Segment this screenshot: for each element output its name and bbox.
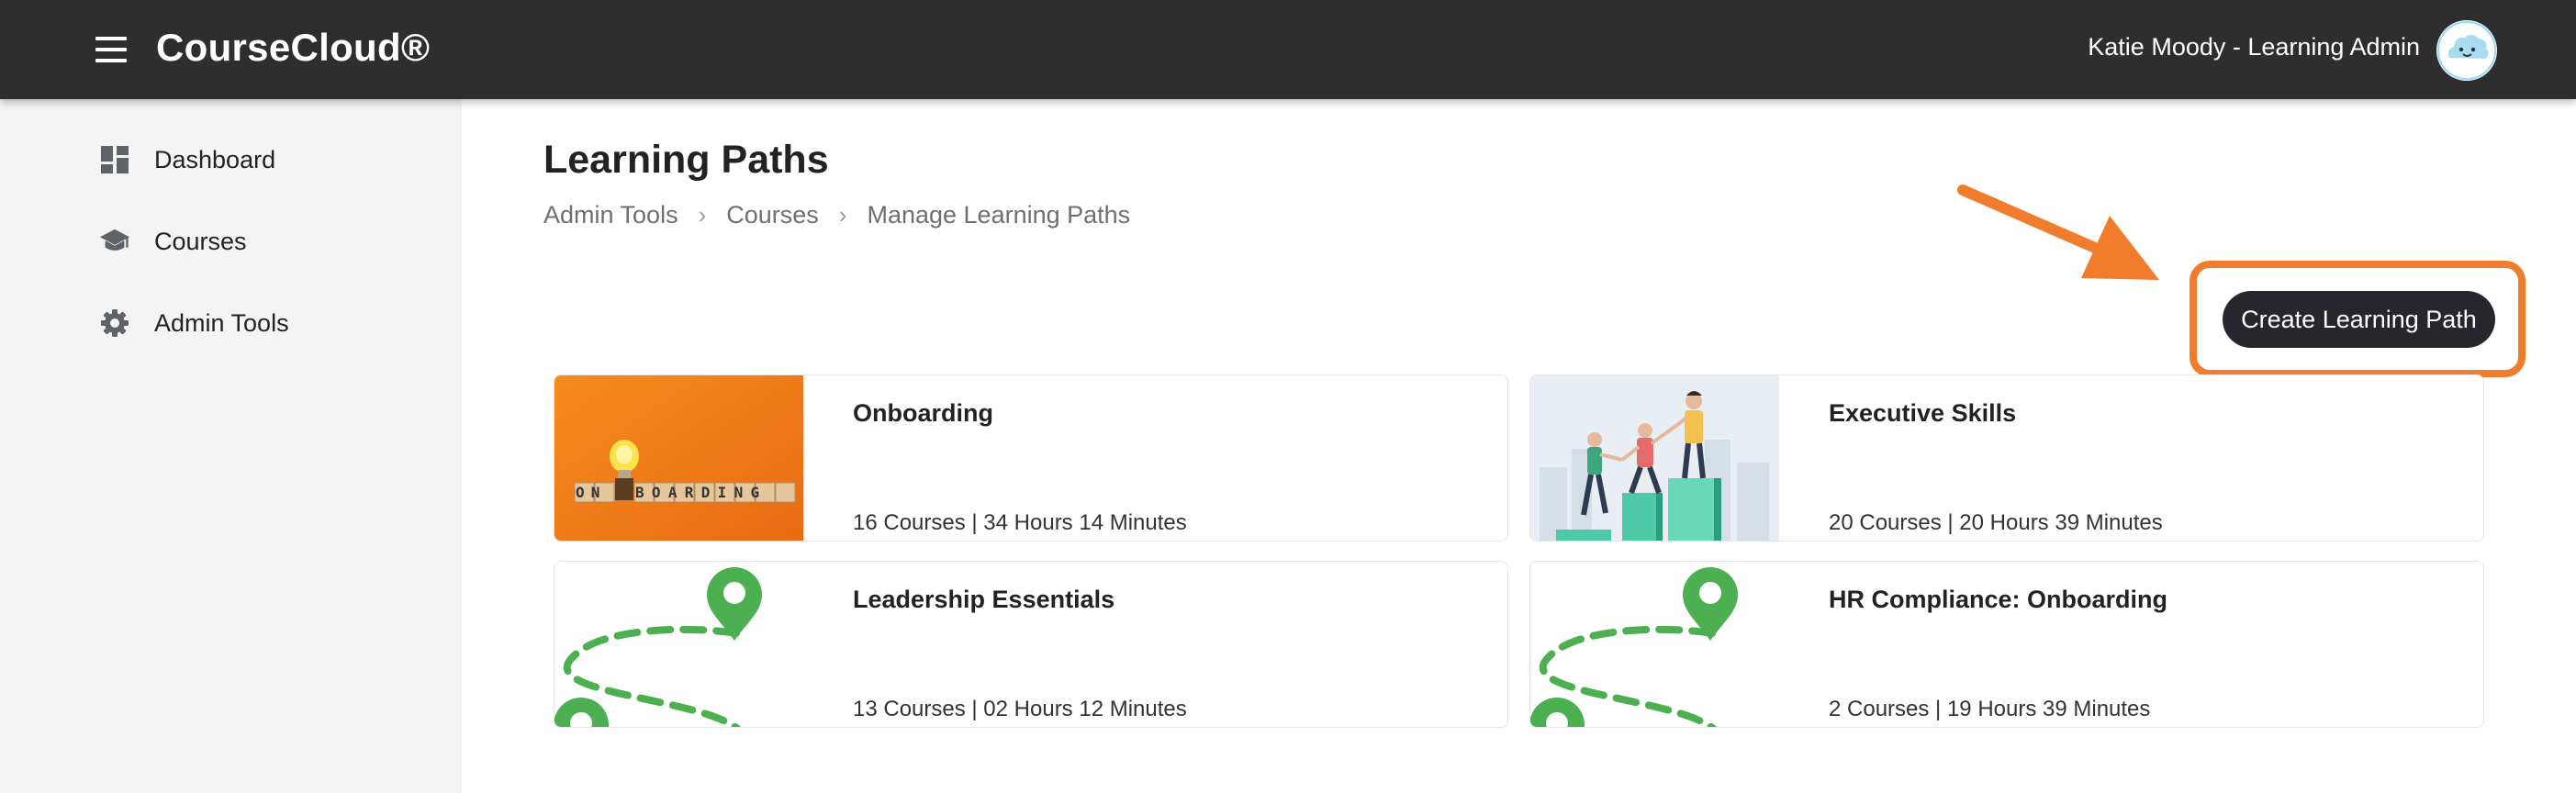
card-title: HR Compliance: Onboarding [1829,586,2168,613]
learning-path-card-executive-skills[interactable]: Executive Skills 20 Courses | 20 Hours 3… [1529,374,2484,542]
hamburger-menu-icon[interactable] [95,37,127,62]
app-name[interactable]: CourseCloud® [156,26,430,70]
svg-text:BOARDING: BOARDING [635,484,767,501]
page-title: Learning Paths [543,138,829,182]
learning-path-card-leadership-essentials[interactable]: Leadership Essentials 13 Courses | 02 Ho… [554,561,1508,728]
breadcrumb: Admin Tools › Courses › Manage Learning … [543,201,1130,229]
card-title: Onboarding [853,399,993,427]
executive-skills-thumbnail [1530,375,1779,541]
sidebar-item-label: Dashboard [154,145,276,173]
annotation-arrow [1957,184,2159,280]
card-meta: 16 Courses | 34 Hours 14 Minutes [853,510,1187,535]
onboarding-thumbnail: ON BOARDING [554,375,803,541]
gear-icon [99,307,130,339]
card-meta: 2 Courses | 19 Hours 39 Minutes [1829,697,2151,721]
sidebar-item-admin-tools[interactable]: Admin Tools [99,301,289,345]
graduation-cap-icon [99,226,130,257]
sidebar-item-label: Admin Tools [154,308,289,337]
cloud-avatar-icon [2436,20,2497,81]
sidebar-item-courses[interactable]: Courses [99,219,247,263]
sidebar-item-label: Courses [154,227,247,255]
sidebar-item-dashboard[interactable]: Dashboard [99,138,275,182]
chevron-right-icon: › [698,201,707,229]
learning-path-card-onboarding[interactable]: ON BOARDING Onboarding 16 Courses | 34 H… [554,374,1508,542]
card-meta: 20 Courses | 20 Hours 39 Minutes [1829,510,2163,535]
sidebar: Dashboard Courses Admin Tools [0,99,462,793]
learning-path-card-hr-compliance-onboarding[interactable]: HR Compliance: Onboarding 2 Courses | 19… [1529,561,2484,728]
card-title: Leadership Essentials [853,586,1115,613]
dashboard-icon [99,144,130,175]
breadcrumb-current: Manage Learning Paths [867,201,1131,229]
breadcrumb-courses[interactable]: Courses [726,201,819,229]
map-pin-path-thumbnail [1530,562,1779,727]
chevron-right-icon: › [838,201,847,229]
svg-text:ON: ON [576,484,606,501]
create-learning-path-button[interactable]: Create Learning Path [2223,291,2495,348]
card-meta: 13 Courses | 02 Hours 12 Minutes [853,697,1187,721]
card-title: Executive Skills [1829,399,2017,427]
map-pin-path-thumbnail [554,562,803,727]
user-name-label[interactable]: Katie Moody - Learning Admin [2088,33,2420,61]
breadcrumb-admin-tools[interactable]: Admin Tools [543,201,678,229]
avatar[interactable] [2436,20,2497,81]
top-bar: CourseCloud® Katie Moody - Learning Admi… [0,0,2576,99]
